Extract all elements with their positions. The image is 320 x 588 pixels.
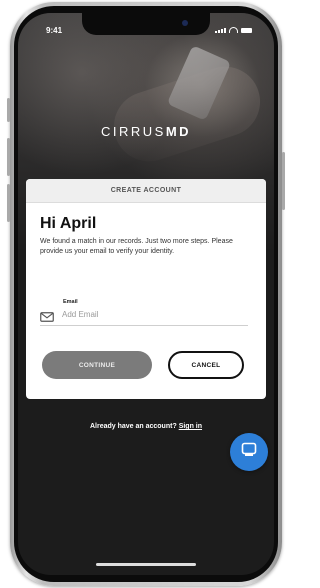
brand-logo: CIRRUSMD bbox=[18, 124, 274, 139]
phone-power-button bbox=[282, 152, 285, 210]
cancel-button[interactable]: CANCEL bbox=[168, 351, 244, 379]
email-underline bbox=[40, 325, 248, 326]
app-screen: 9:41 CIRRUSMD CREATE ACCOUNT Hi April We… bbox=[18, 13, 274, 575]
greeting-heading: Hi April bbox=[40, 215, 97, 232]
card-header: CREATE ACCOUNT bbox=[26, 179, 266, 203]
continue-button[interactable]: CONTINUE bbox=[42, 351, 152, 379]
front-camera-icon bbox=[182, 20, 188, 26]
signal-icon bbox=[215, 28, 226, 33]
signin-link[interactable]: Sign in bbox=[179, 423, 202, 430]
signin-prompt: Already have an account? bbox=[89, 423, 177, 430]
phone-notch bbox=[82, 13, 210, 35]
signin-row: Already have an account? Sign in bbox=[18, 423, 274, 430]
home-indicator bbox=[96, 563, 196, 566]
match-message: We found a match in our records. Just tw… bbox=[40, 238, 233, 255]
chat-button[interactable] bbox=[230, 433, 268, 471]
email-input[interactable] bbox=[62, 307, 246, 321]
email-label: Email bbox=[63, 299, 78, 305]
status-icons bbox=[215, 27, 252, 33]
logo-text-light: CIRRUS bbox=[100, 124, 166, 139]
status-time: 9:41 bbox=[46, 26, 63, 35]
chat-icon bbox=[241, 442, 257, 463]
wifi-icon bbox=[229, 27, 238, 33]
phone-side-button bbox=[7, 98, 10, 122]
create-account-card: CREATE ACCOUNT Hi April We found a match… bbox=[26, 179, 266, 399]
phone-volume-up bbox=[7, 138, 10, 176]
battery-icon bbox=[241, 28, 252, 33]
phone-volume-down bbox=[7, 184, 10, 222]
logo-text-bold: MD bbox=[165, 124, 192, 139]
